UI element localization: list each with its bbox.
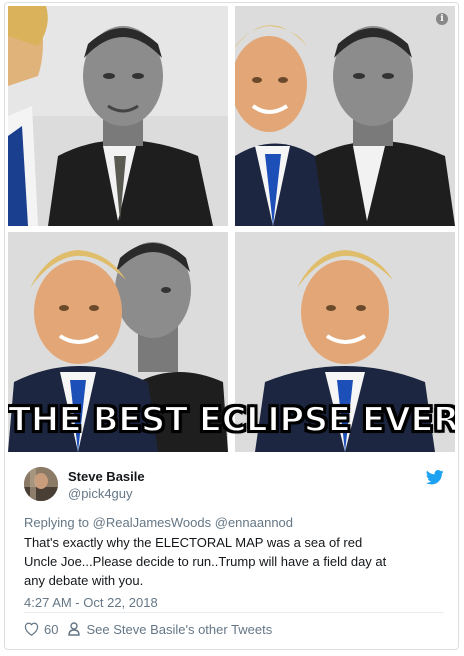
reply-mention-2[interactable]: @ennaannod (215, 515, 293, 530)
avatar-image (24, 467, 58, 501)
tweet-media-image[interactable]: i THE BEST ECLIPSE EVER! (8, 6, 455, 452)
reply-mention-1[interactable]: @RealJamesWoods (93, 515, 211, 530)
divider (24, 612, 444, 613)
tweet-text-line: That's exactly why the ELECTORAL MAP was… (24, 535, 363, 550)
meme-panel-1-art (8, 6, 228, 226)
person-icon (68, 622, 81, 636)
reply-prefix: Replying to (24, 515, 90, 530)
tweet-text-line: Uncle Joe...Please decide to run..Trump … (24, 554, 387, 569)
tweet-text-line: any debate with you. (24, 573, 144, 588)
reply-context: Replying to @RealJamesWoods @ennaannod (24, 515, 293, 530)
info-icon[interactable]: i (436, 13, 448, 25)
author-name[interactable]: Steve Basile (68, 469, 145, 484)
tweet-timestamp[interactable]: 4:27 AM - Oct 22, 2018 (24, 595, 158, 610)
meme-caption: THE BEST ECLIPSE EVER! (8, 399, 455, 441)
avatar[interactable] (24, 467, 58, 501)
twitter-bird-icon[interactable] (426, 470, 444, 485)
tweet-text: That's exactly why the ELECTORAL MAP was… (24, 533, 444, 590)
author-handle[interactable]: @pick4guy (68, 486, 133, 501)
other-tweets-link[interactable]: See Steve Basile's other Tweets (86, 622, 272, 637)
meme-panel-2: i (235, 6, 455, 226)
tweet-header: Steve Basile @pick4guy (24, 465, 444, 505)
tweet-actions: 60 See Steve Basile's other Tweets (24, 620, 272, 638)
embedded-tweet-card: i THE BEST ECLIPSE EVER! Steve Basile @p… (4, 2, 459, 650)
heart-icon[interactable] (24, 622, 39, 636)
meme-panel-2-art (235, 6, 455, 226)
meme-panel-1 (8, 6, 228, 226)
like-count[interactable]: 60 (44, 622, 58, 637)
